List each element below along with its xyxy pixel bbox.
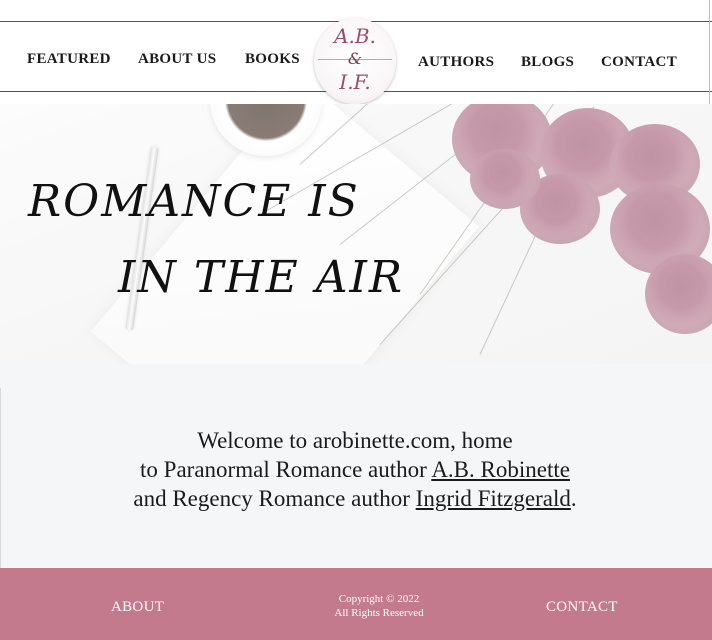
site-header: FEATURED ABOUT US BOOKS A.B. & I.F. AUTH… [0, 0, 712, 104]
hero-title-line1: ROMANCE IS [28, 176, 360, 227]
site-logo[interactable]: A.B. & I.F. [314, 18, 396, 104]
welcome-line2-prefix: to Paranormal Romance author [140, 457, 432, 482]
welcome-period: . [570, 486, 577, 511]
nav-about-us[interactable]: ABOUT US [138, 51, 216, 68]
header-right-edge [709, 0, 710, 104]
copyright-line1: Copyright © 2022 [338, 593, 420, 605]
nav-featured[interactable]: FEATURED [27, 51, 111, 68]
page: FEATURED ABOUT US BOOKS A.B. & I.F. AUTH… [0, 0, 712, 640]
hero-banner [0, 104, 712, 364]
copyright-line2: All Rights Reserved [334, 607, 424, 619]
welcome-section: Welcome to arobinette.com, home to Paran… [0, 364, 712, 568]
site-footer: ABOUT Copyright © 2022 All Rights Reserv… [0, 568, 712, 640]
logo-initials-if: I.F. [339, 70, 371, 94]
welcome-line1: Welcome to arobinette.com, home [197, 428, 513, 453]
nav-books[interactable]: BOOKS [245, 51, 300, 68]
welcome-text: Welcome to arobinette.com, home to Paran… [0, 426, 710, 513]
footer-contact-link[interactable]: CONTACT [546, 599, 618, 616]
hero-overlay [0, 104, 712, 364]
welcome-line3-prefix: and Regency Romance author [133, 486, 416, 511]
nav-authors[interactable]: AUTHORS [418, 54, 494, 71]
author-link-ingrid-fitzgerald[interactable]: Ingrid Fitzgerald [416, 486, 571, 511]
logo-ampersand: & [347, 49, 363, 68]
footer-about-link[interactable]: ABOUT [111, 599, 164, 616]
footer-copyright: Copyright © 2022 All Rights Reserved [300, 592, 458, 620]
hero-title-line2: IN THE AIR [118, 252, 404, 303]
logo-initials-ab: A.B. [334, 24, 376, 48]
nav-blogs[interactable]: BLOGS [521, 54, 574, 71]
nav-contact[interactable]: CONTACT [601, 54, 677, 71]
author-link-ab-robinette[interactable]: A.B. Robinette [431, 457, 570, 482]
